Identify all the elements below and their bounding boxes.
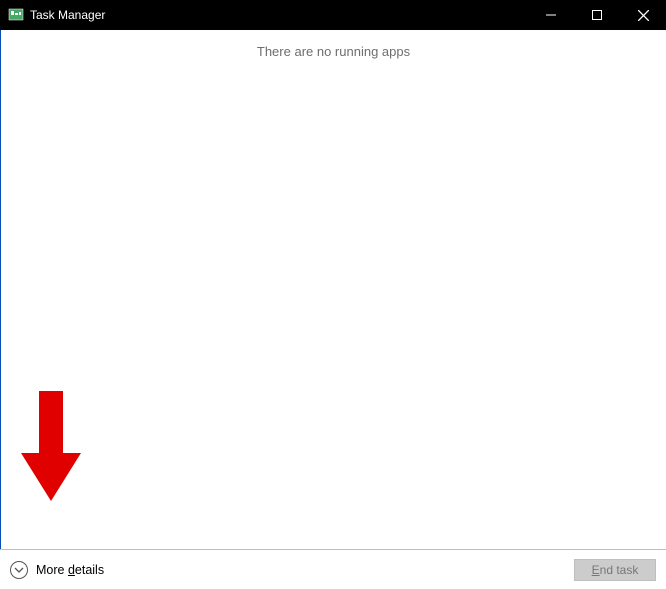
- minimize-button[interactable]: [528, 0, 574, 30]
- maximize-button[interactable]: [574, 0, 620, 30]
- annotation-arrow-icon: [21, 391, 81, 501]
- titlebar[interactable]: Task Manager: [0, 0, 666, 30]
- process-list-area: There are no running apps: [0, 30, 666, 549]
- end-task-button[interactable]: End task: [574, 559, 656, 581]
- empty-state-message: There are no running apps: [1, 44, 666, 59]
- footer-bar: More details End task: [0, 549, 666, 589]
- close-button[interactable]: [620, 0, 666, 30]
- app-icon: [8, 7, 24, 23]
- window-controls: [528, 0, 666, 30]
- more-details-label: More details: [36, 563, 104, 577]
- window-title: Task Manager: [30, 8, 105, 22]
- chevron-down-icon: [10, 561, 28, 579]
- more-details-button[interactable]: More details: [10, 561, 104, 579]
